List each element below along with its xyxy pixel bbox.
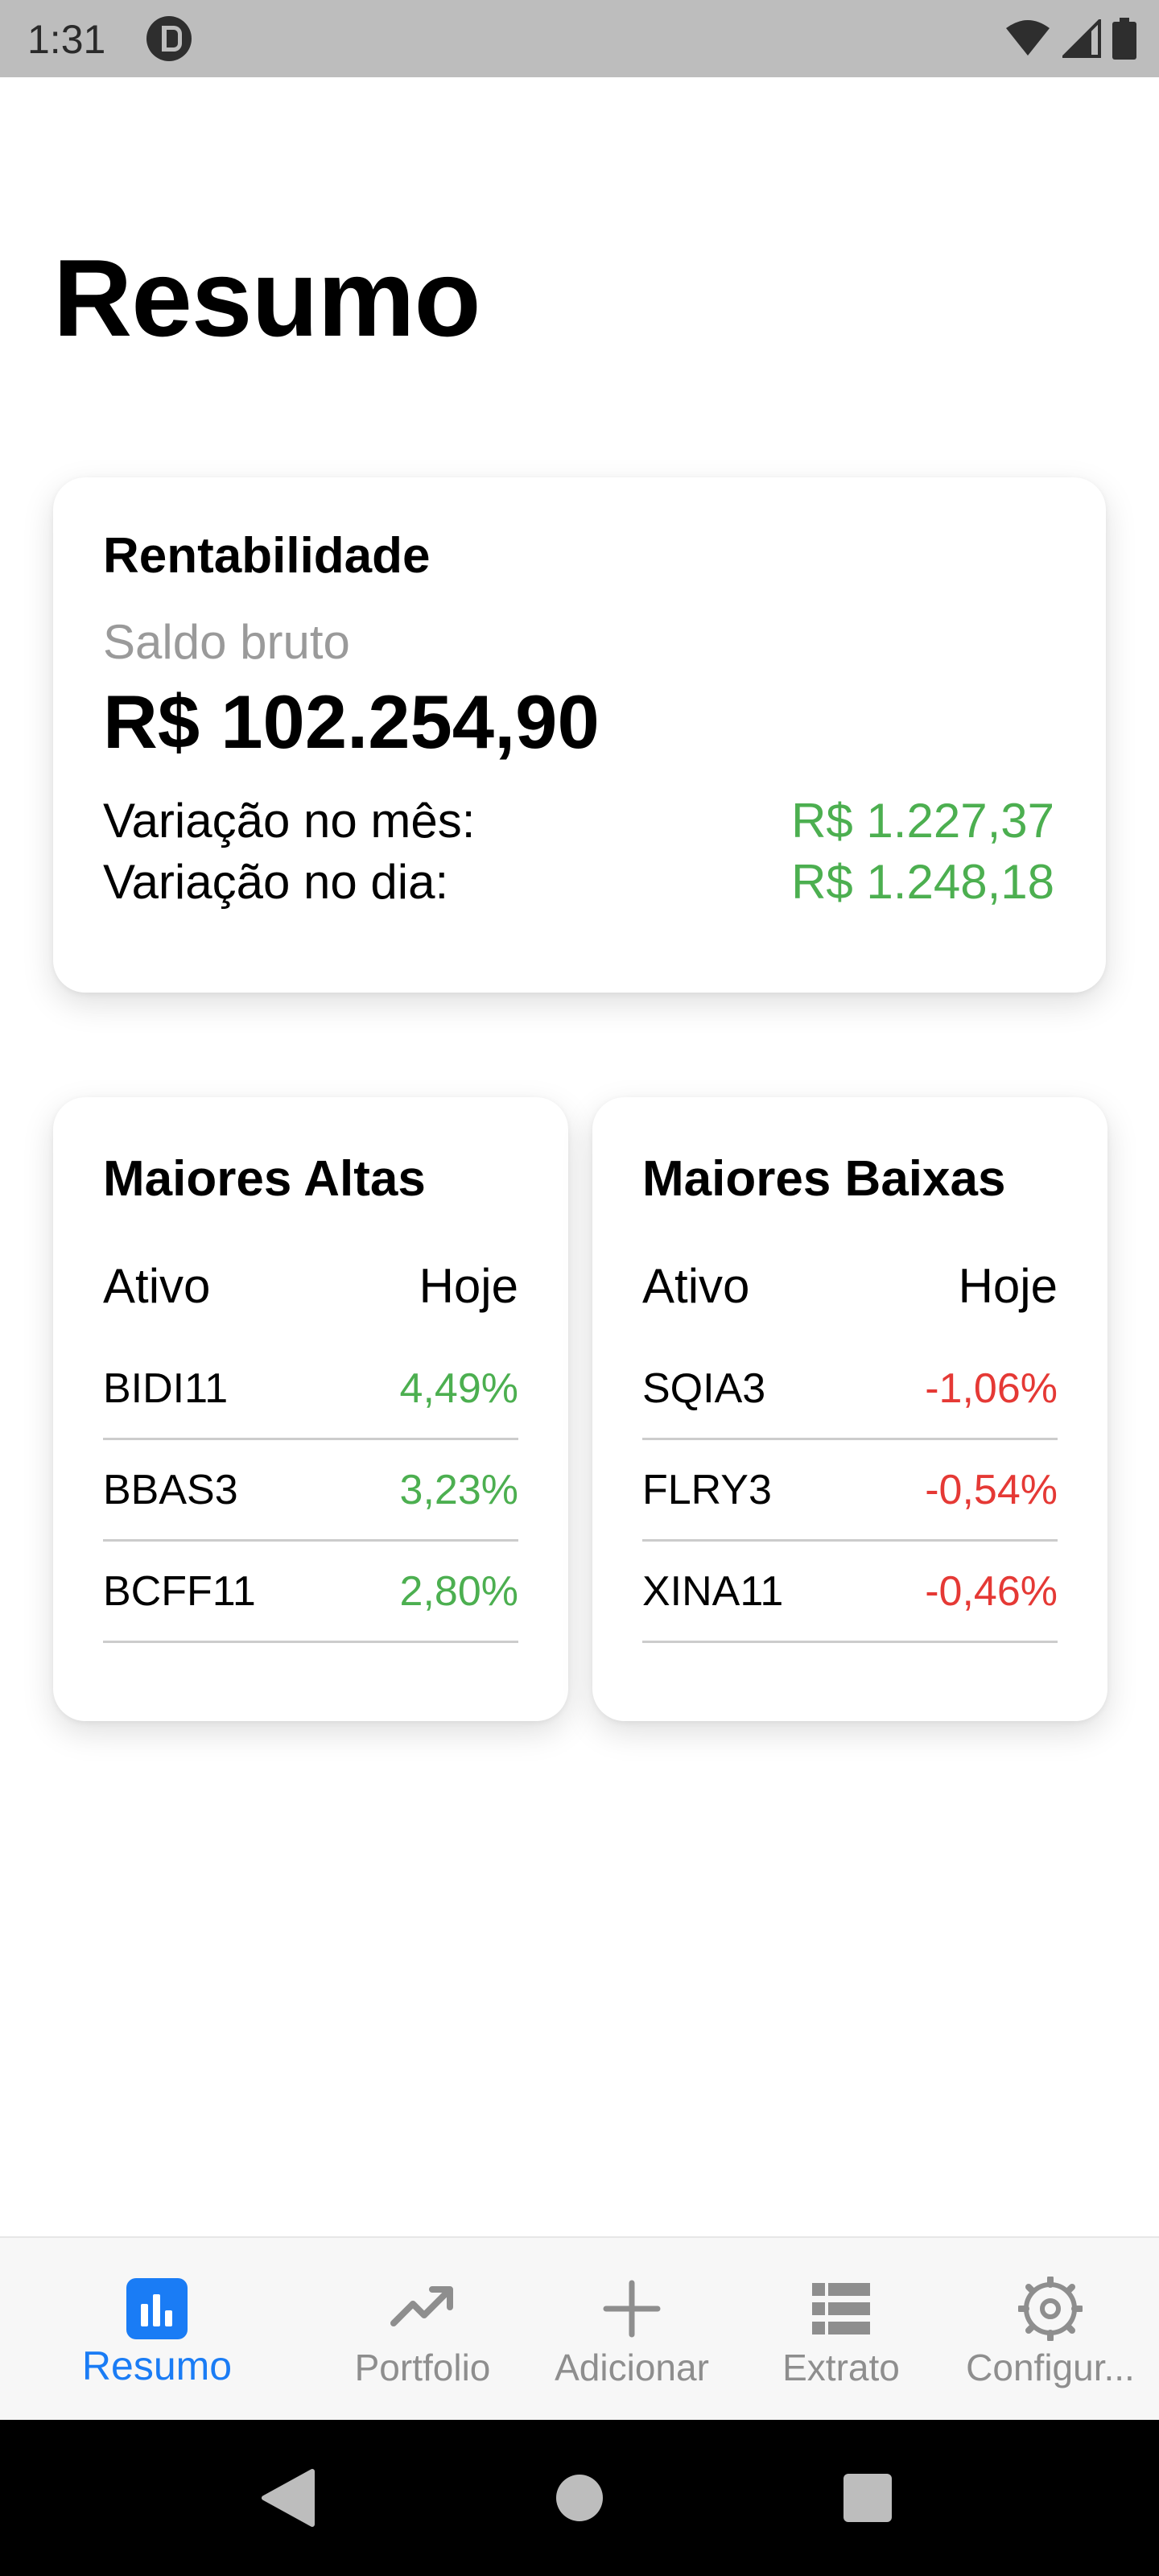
tab-label: Portfolio — [354, 2347, 491, 2388]
asset-ticker: BCFF11 — [103, 1567, 256, 1615]
status-bar: 1:31 — [0, 0, 1159, 77]
home-icon[interactable] — [555, 2473, 604, 2523]
asset-change: 3,23% — [399, 1466, 518, 1513]
maiores-altas-title: Maiores Altas — [103, 1151, 426, 1207]
tab-resumo[interactable]: Resumo — [64, 2238, 250, 2421]
table-row[interactable]: XINA11 -0,46% — [642, 1542, 1058, 1643]
variacao-dia-label: Variação no dia: — [103, 855, 449, 909]
signal-icon — [1062, 19, 1101, 58]
maiores-altas-card: Maiores Altas Ativo Hoje BIDI11 4,49% BB… — [53, 1097, 568, 1721]
maiores-baixas-title: Maiores Baixas — [642, 1151, 1006, 1207]
page-title: Resumo — [53, 237, 481, 359]
tab-portfolio[interactable]: Portfolio — [330, 2238, 515, 2421]
maiores-altas-table: Ativo Hoje BIDI11 4,49% BBAS3 3,23% BCFF… — [103, 1258, 518, 1643]
screen: 1:31 Resumo Rentabilidade Saldo bruto R$… — [0, 0, 1159, 2576]
asset-change: 2,80% — [399, 1567, 518, 1615]
asset-ticker: FLRY3 — [642, 1466, 772, 1513]
tab-label: Resumo — [81, 2343, 233, 2388]
asset-change: -0,54% — [925, 1466, 1058, 1513]
tab-extrato[interactable]: Extrato — [749, 2238, 934, 2421]
column-ativo: Ativo — [103, 1259, 211, 1313]
table-row[interactable]: BBAS3 3,23% — [103, 1440, 518, 1542]
maiores-baixas-table: Ativo Hoje SQIA3 -1,06% FLRY3 -0,54% XIN… — [642, 1258, 1058, 1643]
plus-icon — [603, 2280, 661, 2338]
bar-chart-icon — [126, 2278, 188, 2339]
variacao-mes-value: R$ 1.227,37 — [791, 794, 1054, 848]
table-row[interactable]: SQIA3 -1,06% — [642, 1339, 1058, 1440]
status-icons — [1004, 16, 1136, 61]
table-row[interactable]: BIDI11 4,49% — [103, 1339, 518, 1440]
table-header: Ativo Hoje — [642, 1258, 1058, 1339]
bottom-navigation: Resumo Portfolio Adicionar Extrato Confi… — [0, 2236, 1159, 2421]
rentabilidade-card: Rentabilidade Saldo bruto R$ 102.254,90 … — [53, 477, 1106, 993]
tab-label: Configur... — [966, 2347, 1135, 2388]
variacao-dia-row: Variação no dia: R$ 1.248,18 — [103, 854, 1054, 910]
variacao-dia-value: R$ 1.248,18 — [791, 855, 1054, 909]
maiores-baixas-card: Maiores Baixas Ativo Hoje SQIA3 -1,06% F… — [592, 1097, 1107, 1721]
back-icon[interactable] — [259, 2468, 316, 2528]
notification-app-icon — [146, 16, 192, 61]
battery-icon — [1112, 18, 1136, 60]
table-row[interactable]: BCFF11 2,80% — [103, 1542, 518, 1643]
table-header: Ativo Hoje — [103, 1258, 518, 1339]
tab-label: Extrato — [782, 2347, 900, 2388]
rentabilidade-title: Rentabilidade — [103, 528, 431, 584]
gear-icon — [1018, 2277, 1083, 2341]
trending-up-icon — [390, 2286, 453, 2326]
column-hoje: Hoje — [958, 1259, 1058, 1313]
tab-label: Adicionar — [555, 2347, 709, 2388]
status-time: 1:31 — [27, 17, 106, 62]
asset-ticker: SQIA3 — [642, 1364, 766, 1412]
asset-change: 4,49% — [399, 1364, 518, 1412]
variacao-mes-label: Variação no mês: — [103, 794, 476, 848]
variacao-mes-row: Variação no mês: R$ 1.227,37 — [103, 793, 1054, 848]
wifi-icon — [1006, 20, 1050, 56]
asset-change: -1,06% — [925, 1364, 1058, 1412]
asset-ticker: BBAS3 — [103, 1466, 238, 1513]
list-icon — [812, 2283, 870, 2334]
table-row[interactable]: FLRY3 -0,54% — [642, 1440, 1058, 1542]
tab-configuracoes[interactable]: Configur... — [958, 2238, 1143, 2421]
column-hoje: Hoje — [419, 1259, 518, 1313]
asset-change: -0,46% — [925, 1567, 1058, 1615]
asset-ticker: XINA11 — [642, 1567, 784, 1615]
recents-icon[interactable] — [843, 2473, 893, 2523]
saldo-bruto-label: Saldo bruto — [103, 615, 350, 669]
tab-adicionar[interactable]: Adicionar — [539, 2238, 724, 2421]
asset-ticker: BIDI11 — [103, 1364, 229, 1412]
column-ativo: Ativo — [642, 1259, 750, 1313]
saldo-bruto-value: R$ 102.254,90 — [103, 679, 600, 764]
system-navigation-bar — [0, 2420, 1159, 2576]
